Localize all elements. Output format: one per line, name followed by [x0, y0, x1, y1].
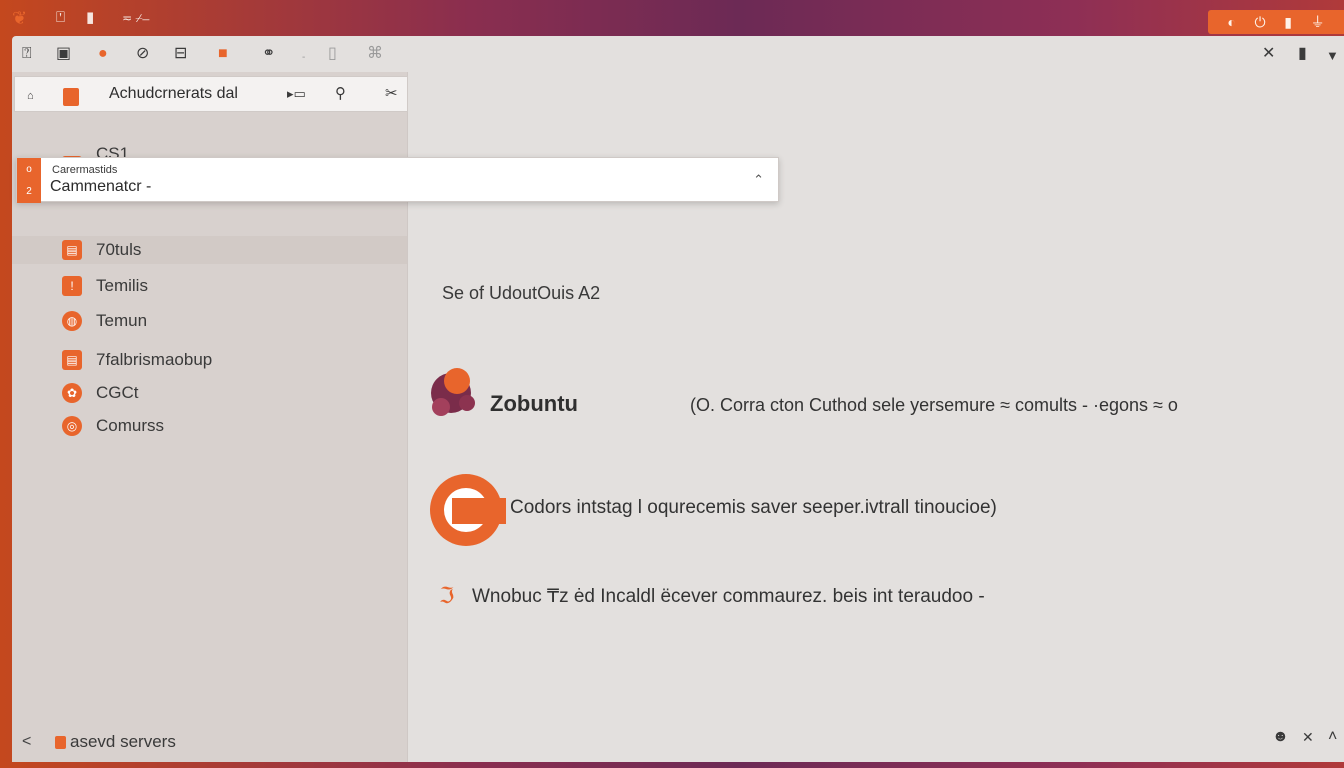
sidebar-item-label: 7falbrismaobup [96, 350, 213, 369]
close-icon[interactable]: ✕ [1262, 44, 1275, 64]
sidebar-item-cgct[interactable]: ✿ CGCt [62, 379, 139, 407]
sidebar-item-label: Temun [96, 311, 148, 330]
system-tray: ◐ ⏻ ▮ ⏚ [1208, 10, 1344, 34]
brand-name: Zobuntu [490, 391, 578, 416]
popup-strip-top: o [26, 163, 32, 175]
search-icon[interactable]: ⚲ [335, 85, 346, 103]
sidebar-item-label: Temilis [96, 276, 148, 295]
popup-strip: o 2 [17, 158, 41, 203]
back-icon[interactable]: ⌂ [27, 87, 34, 105]
back-button[interactable]: < [22, 733, 31, 751]
top-panel: ❦ ⍞ ▮ ≂ ⌿ ̶ ◐ ⏻ ▮ ⏚ [0, 0, 1344, 36]
sidebar-header: ⌂ Achudcrnerats dal ▸▭ ⚲ ✂ [14, 76, 408, 112]
app-icon: ◎ [62, 416, 82, 436]
window-menu-icon[interactable]: ▼ [1326, 46, 1339, 66]
description-text: (O. Corra cton Cuthod sele yersemure ≈ c… [690, 395, 1178, 415]
file-icon[interactable]: ▮ [86, 8, 94, 28]
server-icon [55, 735, 66, 749]
main-window: ⍰ ▣ ● ⊘ ⊟ ■ ⚭ - ▯ ⌘ ✕ ▮ ▼ ⌂ Achudcrnerat… [12, 36, 1344, 762]
terminal-icon: ! [62, 276, 82, 296]
install-text: Wnobuc ₸z ėd Incaldl ëcever commaurez. b… [472, 586, 985, 607]
user-icon[interactable]: ● [98, 44, 108, 64]
chevron-up-icon[interactable]: ˄ [1328, 728, 1337, 746]
network-icon[interactable]: ⚭ [262, 44, 275, 64]
network-icon[interactable]: ⏚ [1311, 12, 1325, 32]
toolbar: ⍰ ▣ ● ⊘ ⊟ ■ ⚭ - ▯ ⌘ ✕ ▮ ▼ [12, 36, 1344, 72]
zobuntu-logo-icon [431, 368, 475, 416]
shield-icon[interactable]: ◐ [1227, 14, 1235, 30]
ubuntu-logo-icon[interactable]: ❦ [12, 8, 27, 28]
package-icon[interactable]: ■ [218, 44, 228, 64]
small-logo-icon: ℑ [439, 583, 455, 608]
sidebar-item-comurss[interactable]: ◎ Comurss [62, 412, 164, 440]
pin-icon[interactable]: ▮ [1298, 44, 1307, 64]
app-logo-icon [430, 474, 506, 546]
power-icon[interactable]: ⏻ [1254, 14, 1265, 31]
document-icon[interactable]: ▯ [328, 44, 337, 64]
lock-icon[interactable]: ⍞ [56, 8, 65, 28]
battery-icon[interactable]: ▮ [1284, 14, 1292, 31]
compass-icon[interactable]: ⊘ [136, 44, 149, 64]
tools-icon[interactable]: ✂ [385, 85, 398, 103]
app-icon: ✿ [62, 383, 82, 403]
popup-input-text[interactable]: Cammenatcr - [50, 178, 151, 196]
popup-strip-bottom: 2 [26, 186, 32, 198]
separator-icon: - [302, 52, 306, 63]
sidebar-title: Achudcrnerats dal [109, 85, 238, 102]
folder-icon [63, 88, 79, 106]
sidebar-footer: < asevd servers [12, 722, 408, 762]
feature-text: Codors intstag l oqurecemis saver seeper… [510, 497, 997, 518]
command-popup[interactable]: o 2 Carermastids Cammenatcr - ⌃ [16, 157, 779, 203]
close-icon[interactable]: ✕ [1302, 729, 1314, 746]
terminal-icon: ◍ [62, 311, 82, 331]
sidebar-item-temilis[interactable]: ! Temilis [62, 272, 148, 300]
monitor-icon[interactable]: ⊟ [174, 44, 187, 64]
calendar-icon[interactable]: ▣ [56, 44, 71, 64]
package-icon: ▤ [62, 350, 82, 370]
popup-caption: Carermastids [52, 164, 118, 176]
page-subtitle: Se of UdoutOuis A2 [442, 283, 601, 303]
chevron-icon[interactable]: ⌃ [753, 172, 764, 188]
sidebar-item-temun[interactable]: ◍ Temun [62, 307, 147, 335]
list-icon[interactable]: ▸▭ [287, 85, 306, 103]
sidebar-item-label: CGCt [96, 383, 139, 402]
servers-link[interactable]: asevd servers [70, 732, 176, 752]
settings-icon[interactable]: ≂ ⌿ ̶ [122, 8, 146, 28]
app-icon: ▤ [62, 240, 82, 260]
sidebar-item-label: Comurss [96, 416, 165, 435]
help-icon[interactable]: ⍰ [22, 44, 32, 64]
user-icon[interactable]: ☻ [1272, 728, 1289, 746]
tag-icon[interactable]: ⌘ [367, 44, 383, 64]
sidebar-item-70tuls[interactable]: ▤ 70tuls [12, 236, 407, 264]
sidebar-item-label: 70tuls [96, 240, 142, 259]
sidebar-item-7falbrismaobup[interactable]: ▤ 7falbrismaobup [62, 346, 212, 374]
